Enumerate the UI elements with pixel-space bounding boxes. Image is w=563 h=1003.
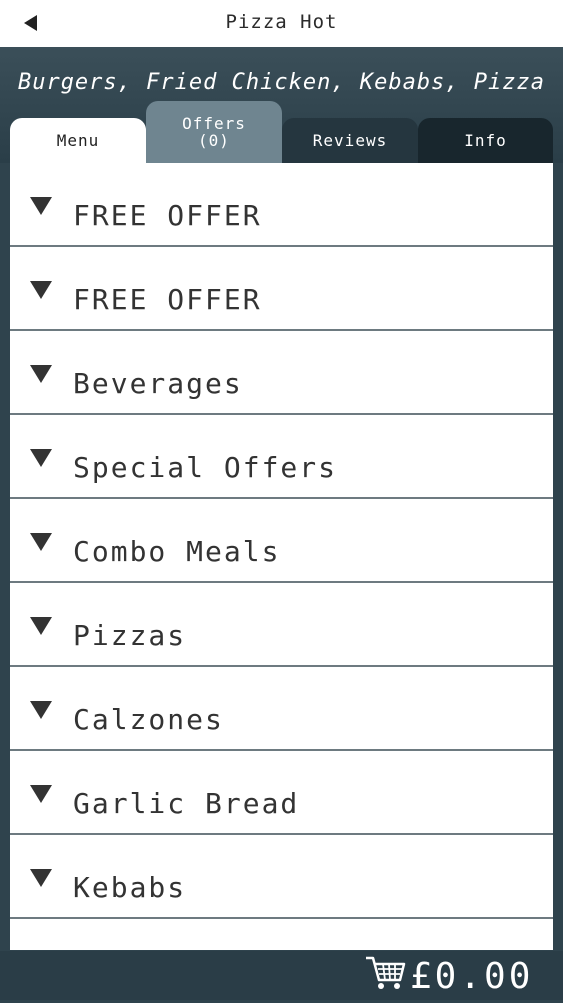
caret-down-icon <box>30 365 52 383</box>
category-row-free-offer-2[interactable]: FREE OFFER <box>10 247 553 331</box>
category-label: Special Offers <box>73 451 338 484</box>
category-label: Pizzas <box>73 619 187 652</box>
tab-info-label: Info <box>464 131 507 150</box>
cart-total[interactable]: £0.00 <box>410 951 533 1000</box>
category-label: Kebabs <box>73 871 187 904</box>
category-label: Garlic Bread <box>73 787 300 820</box>
caret-down-icon <box>30 197 52 215</box>
category-row-pizzas[interactable]: Pizzas <box>10 583 553 667</box>
menu-category-list: FREE OFFER FREE OFFER Beverages Special … <box>10 163 553 950</box>
caret-down-icon <box>30 533 52 551</box>
category-label: Calzones <box>73 703 224 736</box>
tab-reviews[interactable]: Reviews <box>282 118 418 163</box>
caret-down-icon <box>30 449 52 467</box>
category-label: Beverages <box>73 367 243 400</box>
tab-offers[interactable]: Offers (0) <box>146 101 282 163</box>
tab-reviews-label: Reviews <box>312 131 388 150</box>
cuisine-list: Burgers, Fried Chicken, Kebabs, Pizza <box>17 70 546 95</box>
caret-down-icon <box>30 701 52 719</box>
cart-icon[interactable] <box>365 955 407 993</box>
caret-down-icon <box>30 281 52 299</box>
category-row-calzones[interactable]: Calzones <box>10 667 553 751</box>
tab-offers-label: Offers (0) <box>182 114 246 150</box>
caret-down-icon <box>30 617 52 635</box>
tab-menu-label: Menu <box>56 131 100 150</box>
category-row-beverages[interactable]: Beverages <box>10 331 553 415</box>
top-bar: Pizza Hot <box>0 0 563 48</box>
category-label: FREE OFFER <box>73 199 262 232</box>
category-row-kebabs[interactable]: Kebabs <box>10 835 553 919</box>
page-title: Pizza Hot <box>225 11 338 33</box>
tab-info[interactable]: Info <box>418 118 553 163</box>
caret-down-icon <box>30 785 52 803</box>
category-label: Combo Meals <box>73 535 281 568</box>
category-row-free-offer[interactable]: FREE OFFER <box>10 163 553 247</box>
tab-menu[interactable]: Menu <box>10 118 146 163</box>
category-row-garlic-bread[interactable]: Garlic Bread <box>10 751 553 835</box>
caret-down-icon <box>30 869 52 887</box>
category-row-combo-meals[interactable]: Combo Meals <box>10 499 553 583</box>
category-label: FREE OFFER <box>73 283 262 316</box>
category-row-special-offers[interactable]: Special Offers <box>10 415 553 499</box>
